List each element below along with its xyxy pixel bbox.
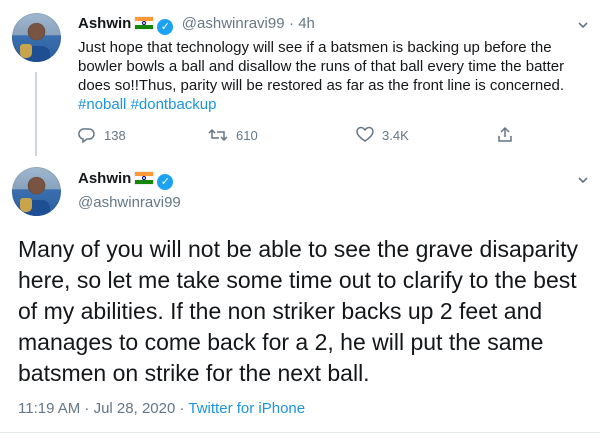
- author-handle[interactable]: @ashwinravi99: [182, 15, 285, 32]
- tweet1-text: Just hope that technology will see if a …: [78, 38, 578, 114]
- chevron-down-icon[interactable]: [578, 19, 588, 29]
- tweet2-header: Ashwin ✓ @ashwinravi99: [78, 170, 181, 211]
- hashtag-link[interactable]: #noball: [78, 96, 126, 113]
- author-name[interactable]: Ashwin: [78, 170, 131, 187]
- thread-line: [35, 72, 37, 156]
- tweet-timestamp[interactable]: 11:19 AM · Jul 28, 2020 ·: [18, 400, 188, 417]
- share-icon: [498, 126, 512, 142]
- hashtag-link[interactable]: #dontbackup: [131, 96, 217, 113]
- tweet-meta: 11:19 AM · Jul 28, 2020 · Twitter for iP…: [18, 400, 305, 417]
- author-handle[interactable]: @ashwinravi99: [78, 194, 181, 211]
- avatar-face: [29, 23, 44, 40]
- tweet-time[interactable]: 4h: [298, 15, 315, 32]
- verified-badge-icon: ✓: [157, 174, 174, 190]
- heart-icon: [356, 126, 374, 142]
- chevron-down-icon[interactable]: [578, 174, 588, 184]
- tweet2-text: Many of you will not be able to see the …: [18, 236, 578, 386]
- avatar-trophy: [20, 198, 32, 212]
- avatar[interactable]: [12, 13, 61, 62]
- author-name-row: Ashwin ✓: [78, 170, 181, 190]
- divider: [0, 432, 600, 433]
- retweet-button[interactable]: 610: [208, 126, 258, 144]
- reply-button[interactable]: 138: [78, 126, 126, 144]
- like-count: 3.4K: [382, 128, 409, 143]
- tweet-actions: 138 610 3.4K: [78, 126, 538, 144]
- like-button[interactable]: 3.4K: [356, 126, 409, 144]
- retweet-count: 610: [236, 128, 258, 143]
- tweet-source-link[interactable]: Twitter for iPhone: [188, 400, 305, 417]
- avatar-face: [29, 177, 44, 194]
- avatar[interactable]: [12, 167, 61, 216]
- reply-icon: [78, 128, 95, 144]
- share-button[interactable]: [496, 126, 522, 144]
- avatar-trophy: [20, 44, 32, 58]
- verified-badge-icon: ✓: [157, 19, 174, 35]
- reply-count: 138: [104, 128, 126, 143]
- author-name[interactable]: Ashwin: [78, 15, 131, 32]
- tweet-body: Just hope that technology will see if a …: [78, 39, 565, 94]
- tweet1-header: Ashwin ✓ @ashwinravi99 · 4h: [78, 15, 315, 35]
- india-flag-icon: [135, 172, 154, 184]
- retweet-icon: [208, 128, 228, 142]
- separator-dot: ·: [289, 15, 299, 32]
- india-flag-icon: [135, 17, 154, 29]
